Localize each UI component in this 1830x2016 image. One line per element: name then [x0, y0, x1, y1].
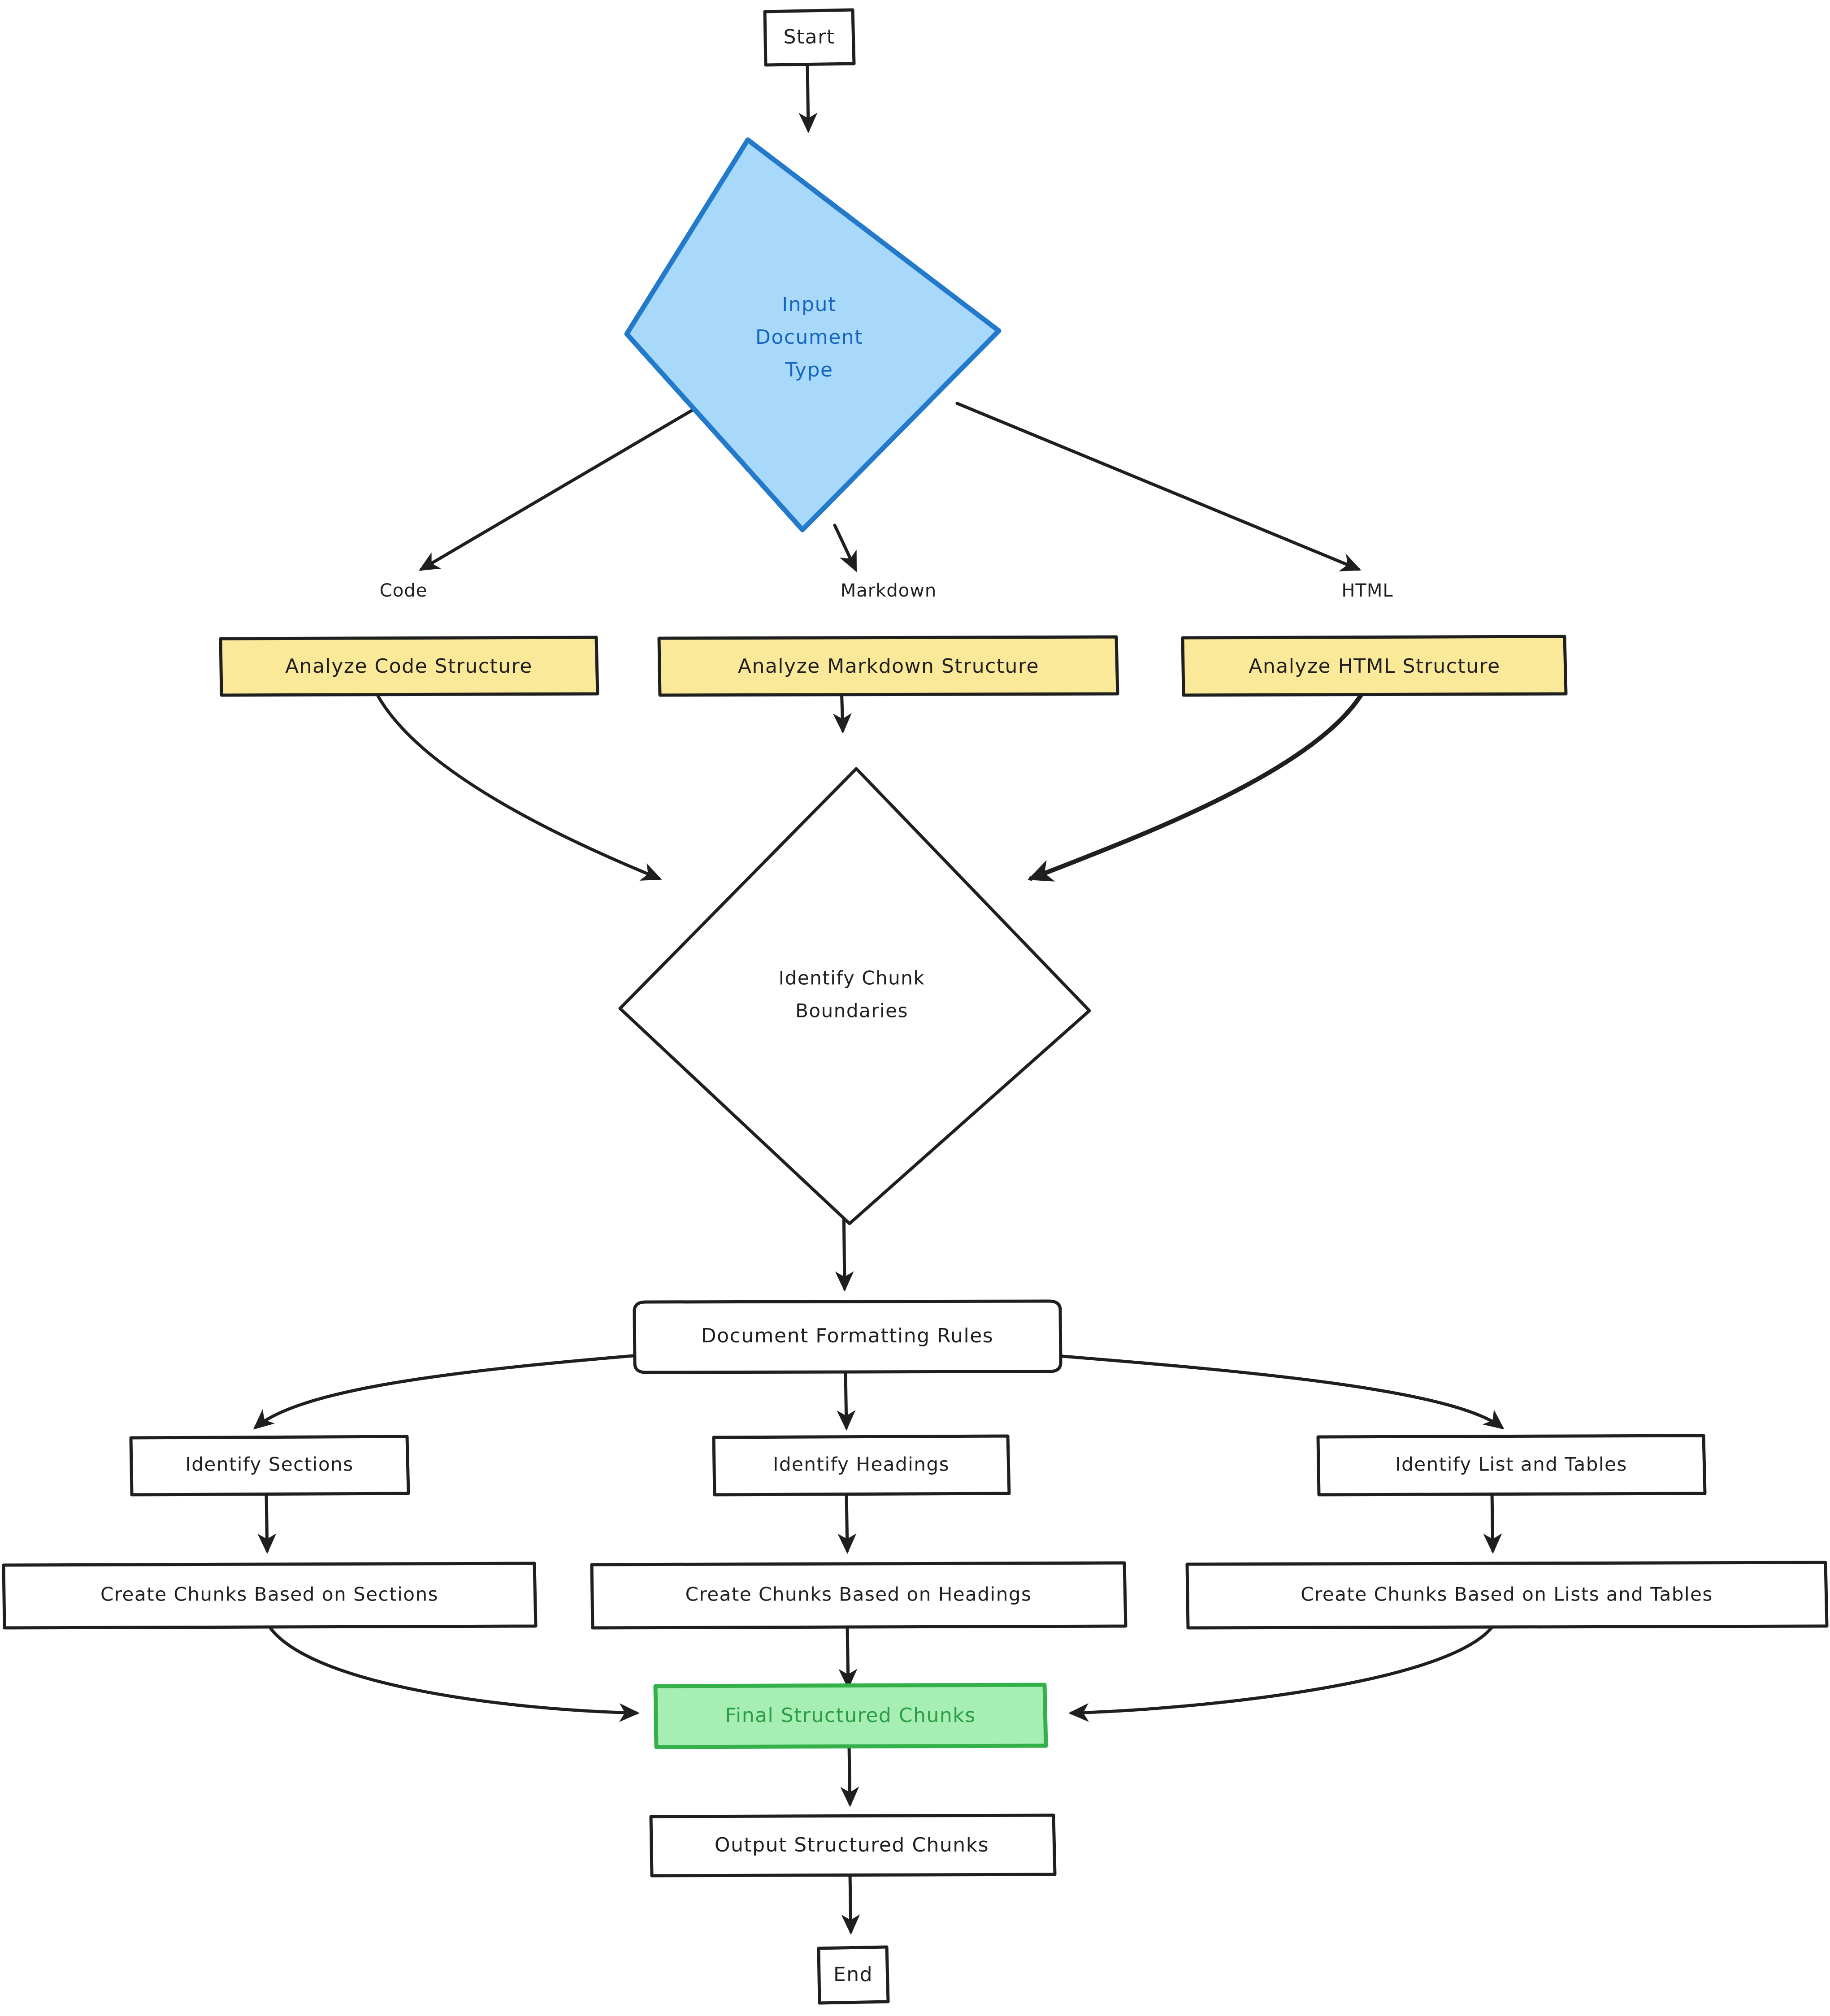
edge-input-to-html — [955, 402, 1362, 571]
node-final-chunks-label: Final Structured Chunks — [725, 1704, 976, 1727]
edge-code-to-boundaries — [366, 671, 662, 881]
node-input-type-label-line2: Document — [755, 326, 863, 349]
node-identify-list-and-tables[interactable]: Identify List and Tables — [1316, 1434, 1707, 1497]
node-chunk-boundaries-label-line1: Identify Chunk — [779, 967, 925, 989]
node-output-chunks-label: Output Structured Chunks — [715, 1834, 989, 1856]
node-input-type-label-line1: Input — [782, 293, 836, 316]
edge-sections-to-chunks-sections — [257, 1491, 277, 1554]
node-analyze-html-structure[interactable]: Analyze HTML Structure — [1181, 635, 1568, 697]
edge-lists-to-chunks-lists — [1483, 1491, 1502, 1554]
node-create-chunks-lists-tables[interactable]: Create Chunks Based on Lists and Tables — [1185, 1561, 1829, 1630]
node-input-type-label-line3: Type — [785, 359, 833, 381]
edge-output-to-end — [841, 1873, 860, 1935]
edge-input-to-code — [418, 402, 706, 571]
flowchart-canvas: Start Input Document Type Code Markdown … — [0, 0, 1830, 2016]
node-final-structured-chunks[interactable]: Final Structured Chunks — [653, 1683, 1048, 1749]
edge-start-to-input — [798, 62, 818, 133]
node-end[interactable]: End — [817, 1945, 890, 2005]
edge-labels-layer: Code Markdown HTML — [380, 580, 1393, 601]
edge-rules-to-sections — [253, 1354, 635, 1430]
edge-label-html: HTML — [1341, 580, 1393, 601]
flowchart-svg: Start Input Document Type Code Markdown … — [2, 8, 1829, 2005]
edge-chunks-lists-to-final — [1068, 1624, 1495, 1722]
node-identify-sections-label: Identify Sections — [185, 1454, 353, 1475]
node-create-chunks-sections[interactable]: Create Chunks Based on Sections — [2, 1562, 538, 1630]
node-end-label: End — [833, 1963, 873, 1986]
node-chunks-headings-label: Create Chunks Based on Headings — [685, 1583, 1032, 1605]
node-identify-headings-label: Identify Headings — [773, 1454, 950, 1475]
node-analyze-markdown-label: Analyze Markdown Structure — [738, 655, 1039, 678]
node-input-document-type[interactable]: Input Document Type — [624, 137, 1002, 532]
edge-input-to-markdown — [833, 523, 857, 572]
node-identify-chunk-boundaries[interactable]: Identify Chunk Boundaries — [618, 767, 1091, 1225]
edge-label-code: Code — [380, 580, 427, 601]
edge-html-to-boundaries — [1028, 670, 1374, 882]
node-chunk-boundaries-label-line2: Boundaries — [795, 1000, 908, 1022]
edge-headings-to-chunks-headings — [837, 1491, 857, 1554]
node-identify-sections[interactable]: Identify Sections — [129, 1435, 410, 1497]
node-identify-lists-label: Identify List and Tables — [1395, 1454, 1627, 1475]
node-identify-headings[interactable]: Identify Headings — [712, 1434, 1011, 1497]
node-chunks-sections-label: Create Chunks Based on Sections — [100, 1583, 438, 1605]
node-document-formatting-rules[interactable]: Document Formatting Rules — [633, 1299, 1062, 1374]
node-output-structured-chunks[interactable]: Output Structured Chunks — [649, 1813, 1057, 1878]
node-start-label: Start — [784, 26, 835, 48]
node-start[interactable]: Start — [763, 8, 856, 67]
edge-label-markdown: Markdown — [841, 580, 937, 601]
node-analyze-markdown-structure[interactable]: Analyze Markdown Structure — [657, 635, 1119, 697]
edge-rules-to-lists — [1055, 1354, 1505, 1430]
node-create-chunks-headings[interactable]: Create Chunks Based on Headings — [590, 1561, 1127, 1630]
node-analyze-code-label: Analyze Code Structure — [285, 655, 533, 678]
node-analyze-html-label: Analyze HTML Structure — [1249, 655, 1500, 678]
node-formatting-rules-label: Document Formatting Rules — [701, 1324, 993, 1347]
edge-chunks-headings-to-final — [838, 1624, 858, 1689]
edge-final-to-output — [840, 1744, 859, 1807]
edge-chunks-sections-to-final — [267, 1624, 640, 1722]
node-chunks-lists-label: Create Chunks Based on Lists and Tables — [1301, 1583, 1713, 1605]
node-analyze-code-structure[interactable]: Analyze Code Structure — [219, 636, 599, 697]
